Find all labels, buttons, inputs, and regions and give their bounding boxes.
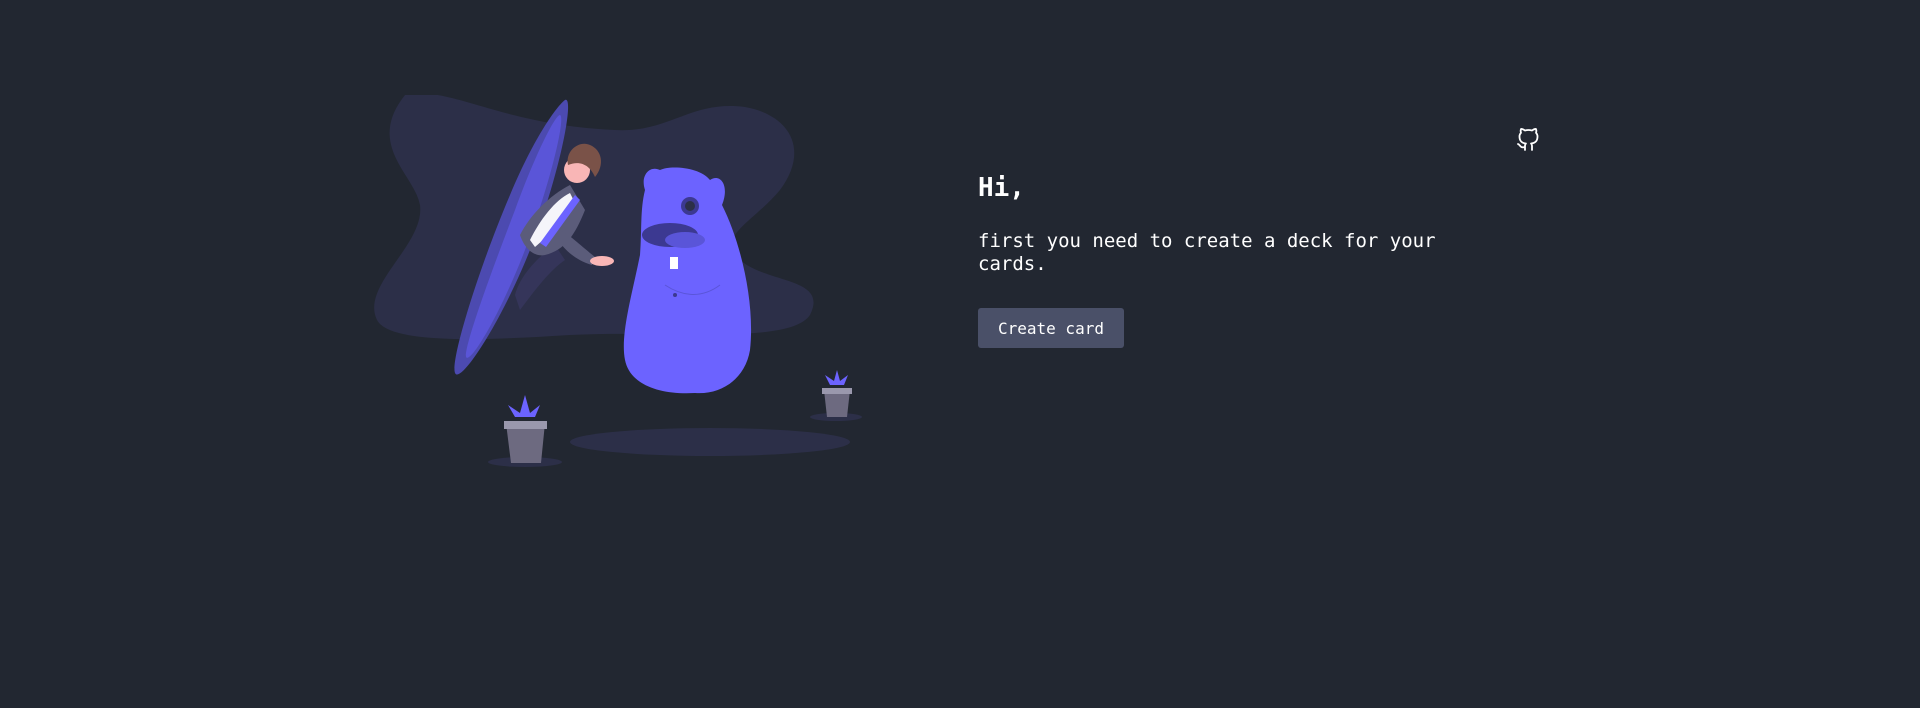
- github-icon: [1517, 128, 1539, 151]
- monster-shadow: [570, 428, 850, 456]
- empty-state-message: first you need to create a deck for your…: [978, 230, 1436, 275]
- github-link[interactable]: [1516, 128, 1540, 152]
- empty-state-illustration: [370, 95, 885, 475]
- greeting-heading: Hi,: [978, 173, 1025, 203]
- pot-right: [822, 370, 852, 417]
- create-card-button[interactable]: Create card: [978, 308, 1124, 348]
- empty-state-content: Hi, first you need to create a deck for …: [978, 168, 1498, 348]
- pot-left: [504, 395, 547, 463]
